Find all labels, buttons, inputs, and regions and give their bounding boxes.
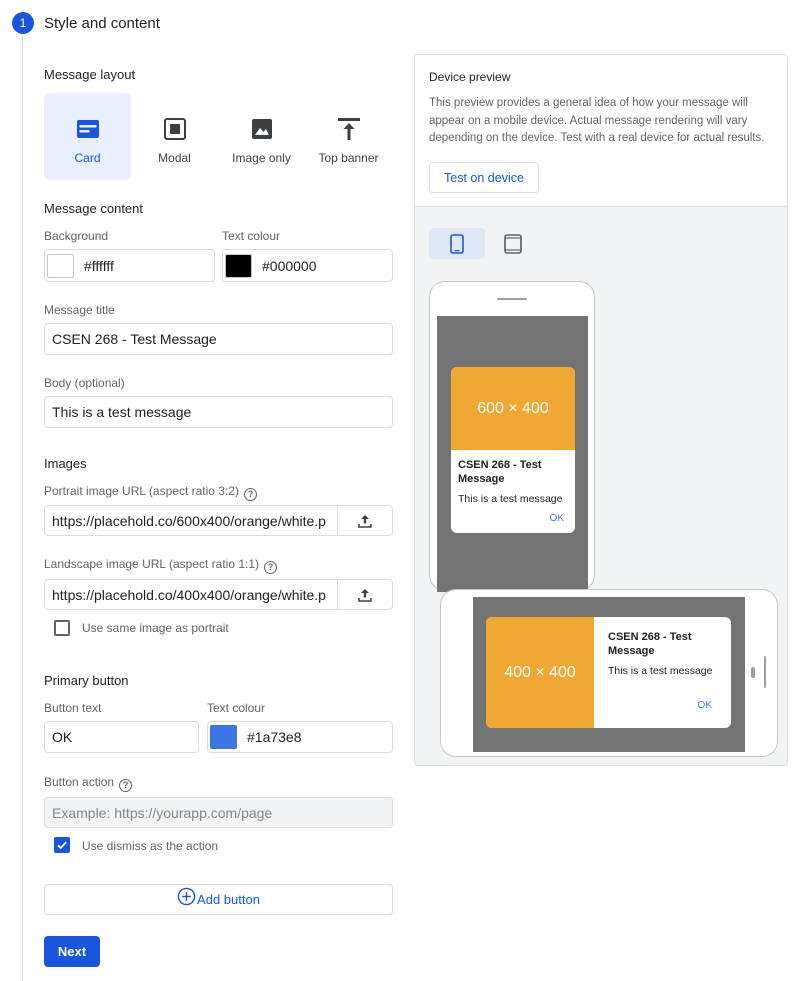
portrait-message-card: 600 × 400 CSEN 268 - Test Message This i…	[451, 367, 575, 533]
body-input[interactable]: This is a test message	[44, 396, 393, 428]
button-text-label: Button text	[44, 701, 102, 715]
message-title-label: Message title	[44, 303, 115, 317]
button-action-input[interactable]: Example: https://yourapp.com/page	[44, 797, 393, 828]
upload-icon	[358, 588, 372, 602]
phone-icon	[450, 233, 464, 254]
help-icon[interactable]: ?	[119, 778, 133, 792]
images-label: Images	[44, 456, 87, 471]
portrait-phone-screen: 600 × 400 CSEN 268 - Test Message This i…	[437, 316, 588, 592]
help-icon[interactable]: ?	[264, 560, 278, 574]
text-colour-field[interactable]: #000000	[222, 249, 393, 282]
landscape-card-title: CSEN 268 - Test Message	[608, 631, 692, 657]
layout-option-label: Top banner	[318, 151, 379, 165]
dismiss-action-checkbox[interactable]	[54, 837, 70, 853]
text-colour-swatch[interactable]	[225, 253, 252, 278]
background-label: Background	[44, 229, 109, 243]
portrait-card-body: This is a test message	[458, 493, 563, 505]
layout-option-image-only[interactable]: Image only	[218, 93, 305, 180]
portrait-image-url-input[interactable]: https://placehold.co/600x400/orange/whit…	[44, 505, 338, 536]
button-action-label-text: Button action	[44, 775, 115, 789]
phone-speaker	[497, 298, 527, 300]
button-action-label: Button action?	[44, 775, 133, 792]
phone-view-toggle[interactable]	[429, 228, 485, 259]
add-button-label: Add button	[197, 892, 260, 907]
layout-option-top-banner[interactable]: Top banner	[305, 93, 392, 180]
portrait-card-title: CSEN 268 - Test Message	[458, 459, 542, 485]
landscape-card-body: This is a test message	[608, 665, 713, 677]
upload-icon	[358, 514, 372, 528]
landscape-upload-button[interactable]	[337, 579, 393, 610]
portrait-card-ok-button[interactable]: OK	[550, 513, 564, 524]
preview-title: Device preview	[429, 70, 511, 84]
step-connector-line	[22, 36, 23, 981]
phone-camera	[751, 667, 755, 678]
same-image-label: Use same image as portrait	[82, 621, 229, 635]
button-text-colour-value: #1a73e8	[247, 729, 302, 745]
test-on-device-button[interactable]: Test on device	[429, 162, 539, 193]
preview-description: This preview provides a general idea of …	[429, 97, 765, 144]
dismiss-action-label: Use dismiss as the action	[82, 839, 219, 853]
step-title: Style and content	[44, 15, 160, 32]
background-colour-field[interactable]: #ffffff	[44, 249, 215, 282]
add-circle-icon	[177, 887, 196, 906]
message-layout-label: Message layout	[44, 67, 136, 82]
checkmark-icon	[57, 841, 67, 850]
tablet-icon	[504, 233, 522, 254]
landscape-phone-screen: 400 × 400 CSEN 268 - Test Message This i…	[473, 597, 745, 752]
portrait-image-label-text: Portrait image URL (aspect ratio 3:2)	[44, 484, 239, 498]
top-banner-icon	[337, 118, 360, 140]
button-text-colour-swatch[interactable]	[210, 725, 237, 749]
layout-option-label: Image only	[232, 151, 291, 165]
phone-home-indicator	[764, 656, 766, 688]
modal-layout-icon	[163, 118, 186, 140]
landscape-phone-frame: 400 × 400 CSEN 268 - Test Message This i…	[440, 589, 778, 757]
portrait-image-label: Portrait image URL (aspect ratio 3:2)?	[44, 484, 257, 501]
text-colour-value: #000000	[262, 257, 317, 274]
landscape-card-image: 400 × 400	[486, 617, 594, 728]
image-icon	[251, 119, 272, 139]
landscape-image-url-input[interactable]: https://placehold.co/400x400/orange/whit…	[44, 579, 338, 610]
text-colour-label: Text colour	[222, 229, 281, 243]
help-icon[interactable]: ?	[243, 487, 257, 501]
landscape-card-ok-button[interactable]: OK	[698, 700, 712, 711]
landscape-image-label-text: Landscape image URL (aspect ratio 1:1)	[44, 557, 260, 571]
primary-button-label: Primary button	[44, 673, 129, 688]
background-colour-value: #ffffff	[84, 257, 114, 274]
add-button[interactable]: Add button	[44, 884, 393, 915]
layout-option-label: Card	[74, 151, 101, 165]
portrait-phone-frame: 600 × 400 CSEN 268 - Test Message This i…	[429, 281, 595, 592]
button-text-input[interactable]: OK	[44, 721, 199, 753]
body-label: Body (optional)	[44, 376, 125, 390]
card-layout-icon	[76, 120, 99, 138]
tablet-view-toggle[interactable]	[485, 228, 541, 259]
preview-info-section: Device preview This preview provides a g…	[415, 55, 787, 207]
portrait-card-image: 600 × 400	[451, 367, 575, 450]
button-text-colour-field[interactable]: #1a73e8	[207, 721, 393, 753]
portrait-upload-button[interactable]	[337, 505, 393, 536]
landscape-message-card: 400 × 400 CSEN 268 - Test Message This i…	[486, 617, 731, 728]
device-preview-panel: Device preview This preview provides a g…	[414, 54, 788, 766]
background-colour-swatch[interactable]	[47, 253, 74, 278]
landscape-image-label: Landscape image URL (aspect ratio 1:1)?	[44, 557, 278, 574]
message-title-input[interactable]: CSEN 268 - Test Message	[44, 323, 393, 355]
layout-option-card[interactable]: Card	[44, 93, 131, 180]
layout-option-modal[interactable]: Modal	[131, 93, 218, 180]
layout-option-label: Modal	[158, 151, 191, 165]
button-text-colour-label: Text colour	[207, 701, 266, 715]
step-number-badge: 1	[12, 12, 34, 34]
same-image-checkbox[interactable]	[54, 620, 70, 636]
next-button[interactable]: Next	[44, 936, 100, 967]
message-content-label: Message content	[44, 201, 144, 216]
